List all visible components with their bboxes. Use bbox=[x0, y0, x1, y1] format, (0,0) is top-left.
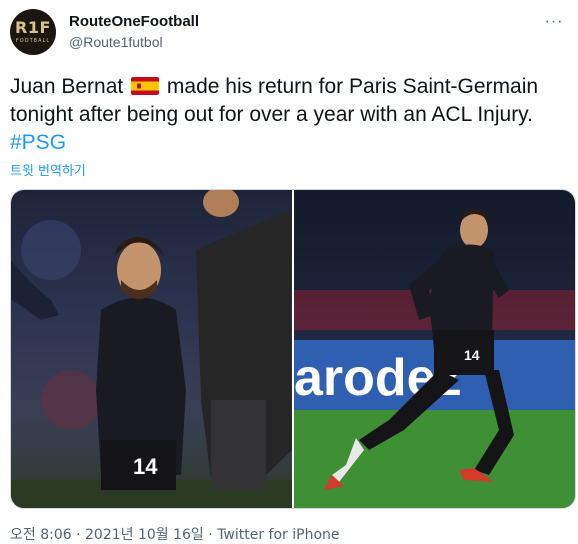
left-shirt-number: 14 bbox=[133, 454, 158, 479]
tweet-text: Juan Bernat made his return for Paris Sa… bbox=[10, 73, 572, 157]
photo-right[interactable]: arodez 14 bbox=[294, 190, 575, 508]
spain-flag-icon bbox=[131, 77, 160, 95]
tweet-meta: 오전 8:06 · 2021년 10월 16일 · Twitter for iP… bbox=[10, 524, 340, 544]
translate-tweet-link[interactable]: 트윗 번역하기 bbox=[10, 160, 86, 179]
meta-separator: · bbox=[71, 527, 86, 543]
right-shirt-number: 14 bbox=[464, 347, 480, 363]
tweet-source-link[interactable]: Twitter for iPhone bbox=[217, 527, 339, 543]
tweet-date[interactable]: 2021년 10월 16일 bbox=[85, 527, 204, 543]
tweet-text-part1: Juan Bernat bbox=[10, 75, 130, 98]
tweet-media: 14 arodez 14 bbox=[10, 189, 576, 509]
avatar-logo-subtext: FOOTBALL bbox=[15, 38, 51, 44]
tweet-time[interactable]: 오전 8:06 bbox=[10, 527, 72, 543]
photo-left-illustration: 14 bbox=[11, 190, 292, 508]
more-dots-icon: ··· bbox=[544, 13, 564, 30]
author-display-name[interactable]: RouteOneFootball bbox=[69, 13, 199, 30]
author-handle[interactable]: @Route1futbol bbox=[69, 34, 163, 50]
photo-left[interactable]: 14 bbox=[11, 190, 292, 508]
avatar[interactable]: R1F FOOTBALL bbox=[10, 9, 56, 55]
hashtag-link[interactable]: #PSG bbox=[10, 131, 66, 154]
more-options-button[interactable]: ··· bbox=[540, 8, 568, 36]
photo-right-illustration: arodez 14 bbox=[294, 209, 575, 508]
meta-separator: · bbox=[203, 527, 218, 543]
tweet-card: R1F FOOTBALL RouteOneFootball @Route1fut… bbox=[0, 0, 578, 543]
avatar-logo-text: R1F bbox=[15, 18, 51, 37]
